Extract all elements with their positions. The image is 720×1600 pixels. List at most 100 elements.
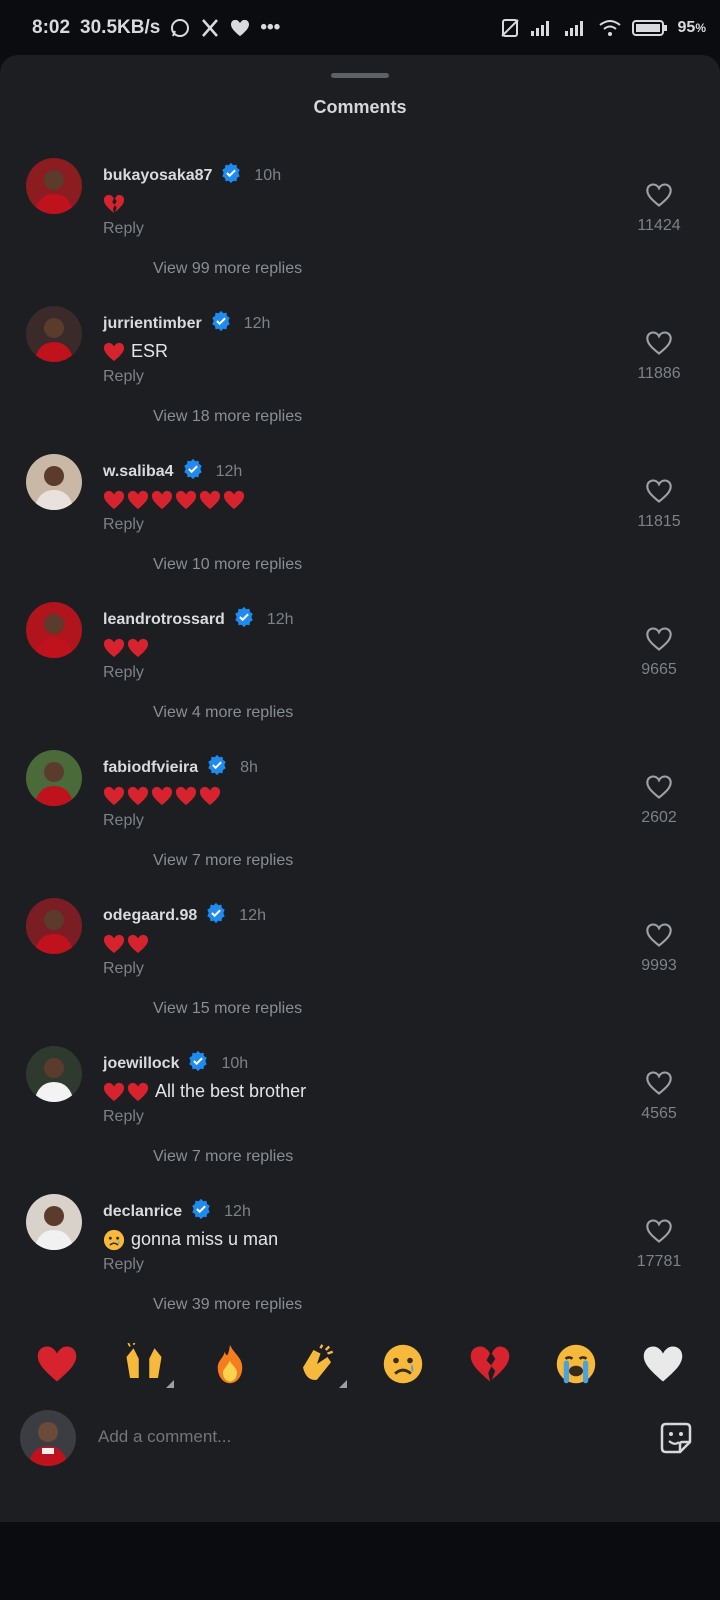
comment-text: gonna miss u man bbox=[103, 1226, 278, 1252]
red-heart-emoji bbox=[103, 933, 125, 954]
like-button[interactable]: 9993 bbox=[624, 922, 694, 975]
verified-badge-icon bbox=[206, 754, 228, 781]
comment-username[interactable]: odegaard.98 bbox=[103, 907, 197, 925]
view-more-replies-button[interactable]: View 10 more replies bbox=[153, 556, 302, 574]
status-net-speed: 30.5KB/s bbox=[80, 17, 161, 38]
comment-text: All the best brother bbox=[103, 1078, 306, 1104]
comment-time: 12h bbox=[224, 1202, 251, 1220]
like-count: 11815 bbox=[637, 513, 681, 530]
broken-heart-reaction-button[interactable] bbox=[464, 1338, 516, 1390]
like-button[interactable]: 11815 bbox=[624, 478, 694, 531]
like-button[interactable]: 2602 bbox=[624, 774, 694, 827]
reply-button[interactable]: Reply bbox=[103, 516, 144, 534]
reply-button[interactable]: Reply bbox=[103, 220, 144, 238]
like-button[interactable]: 9665 bbox=[624, 626, 694, 679]
commenter-avatar[interactable] bbox=[26, 158, 82, 214]
like-button[interactable]: 17781 bbox=[624, 1218, 694, 1271]
like-count: 9665 bbox=[641, 661, 677, 678]
crying-face-reaction-button[interactable] bbox=[550, 1338, 602, 1390]
like-button[interactable]: 4565 bbox=[624, 1070, 694, 1123]
comment-time: 10h bbox=[254, 166, 282, 184]
sheet-title: Comments bbox=[313, 97, 407, 117]
red-heart-emoji bbox=[103, 341, 125, 362]
commenter-avatar[interactable] bbox=[26, 454, 82, 510]
like-count: 17781 bbox=[636, 1253, 682, 1270]
like-heart-icon[interactable] bbox=[645, 479, 673, 508]
clapping-hands-reaction-button[interactable] bbox=[291, 1338, 347, 1390]
commenter-avatar[interactable] bbox=[26, 306, 82, 362]
emoji-reaction-bar bbox=[0, 1320, 720, 1408]
comment-input[interactable] bbox=[98, 1427, 598, 1447]
view-more-replies-button[interactable]: View 4 more replies bbox=[153, 704, 293, 722]
red-heart-emoji bbox=[151, 489, 173, 510]
verified-badge-icon bbox=[205, 902, 227, 929]
view-more-replies-button[interactable]: View 15 more replies bbox=[153, 1000, 302, 1018]
verified-badge-icon bbox=[190, 1198, 212, 1225]
white-heart-reaction-button[interactable] bbox=[637, 1338, 689, 1390]
like-heart-icon[interactable] bbox=[645, 331, 673, 360]
commenter-avatar[interactable] bbox=[26, 602, 82, 658]
like-count: 2602 bbox=[641, 809, 677, 826]
red-heart-emoji bbox=[127, 637, 149, 658]
my-avatar bbox=[20, 1410, 76, 1466]
reply-button[interactable]: Reply bbox=[103, 368, 144, 386]
comment-username[interactable]: joewillock bbox=[103, 1055, 179, 1073]
like-heart-icon[interactable] bbox=[645, 1071, 673, 1100]
comment-time: 12h bbox=[243, 314, 271, 332]
like-heart-icon[interactable] bbox=[645, 627, 673, 656]
battery-percent: 95 bbox=[677, 19, 696, 36]
view-more-replies-button[interactable]: View 39 more replies bbox=[153, 1296, 302, 1314]
red-heart-reaction-button[interactable] bbox=[31, 1338, 83, 1390]
x-icon bbox=[200, 18, 220, 38]
sticker-icon[interactable] bbox=[656, 1418, 696, 1458]
like-count: 11886 bbox=[637, 365, 681, 382]
comment-username[interactable]: jurrientimber bbox=[103, 315, 202, 333]
red-heart-emoji bbox=[103, 1081, 125, 1102]
wifi-icon bbox=[598, 19, 622, 37]
view-more-replies-button[interactable]: View 99 more replies bbox=[153, 260, 302, 278]
view-more-replies-button[interactable]: View 7 more replies bbox=[153, 852, 293, 870]
commenter-avatar[interactable] bbox=[26, 898, 82, 954]
like-heart-icon[interactable] bbox=[645, 775, 673, 804]
comment-item: odegaard.98 12h Reply View 15 more repli… bbox=[0, 898, 720, 1046]
commenter-avatar[interactable] bbox=[26, 750, 82, 806]
comment-text bbox=[103, 486, 251, 512]
reply-button[interactable]: Reply bbox=[103, 1256, 144, 1274]
like-heart-icon[interactable] bbox=[645, 183, 673, 212]
comment-text: ESR bbox=[103, 338, 168, 364]
more-dots: ••• bbox=[260, 17, 281, 38]
comment-text-body: ESR bbox=[131, 340, 169, 361]
comment-time: 8h bbox=[240, 758, 258, 776]
reply-button[interactable]: Reply bbox=[103, 960, 144, 978]
raising-hands-reaction-button[interactable] bbox=[118, 1338, 174, 1390]
reply-button[interactable]: Reply bbox=[103, 664, 144, 682]
commenter-avatar[interactable] bbox=[26, 1194, 82, 1250]
like-count: 4565 bbox=[641, 1105, 677, 1122]
view-more-replies-button[interactable]: View 18 more replies bbox=[153, 408, 302, 426]
comment-time: 12h bbox=[215, 462, 243, 480]
comment-username[interactable]: fabiodfvieira bbox=[103, 759, 198, 777]
no-sim-icon bbox=[500, 18, 520, 38]
like-button[interactable]: 11886 bbox=[624, 330, 694, 383]
like-heart-icon[interactable] bbox=[645, 923, 673, 952]
comment-time: 10h bbox=[221, 1054, 249, 1072]
like-button[interactable]: 11424 bbox=[624, 182, 694, 235]
like-heart-icon[interactable] bbox=[645, 1219, 673, 1248]
reply-button[interactable]: Reply bbox=[103, 812, 144, 830]
sheet-grabber[interactable] bbox=[331, 73, 389, 78]
verified-badge-icon bbox=[233, 606, 255, 633]
comment-username[interactable]: bukayosaka87 bbox=[103, 167, 212, 185]
comment-item: bukayosaka87 10h Reply View 99 more repl… bbox=[0, 158, 720, 306]
comment-text-body: gonna miss u man bbox=[131, 1228, 279, 1249]
comment-username[interactable]: leandrotrossard bbox=[103, 611, 225, 629]
view-more-replies-button[interactable]: View 7 more replies bbox=[153, 1148, 293, 1166]
comment-username[interactable]: declanrice bbox=[103, 1203, 182, 1221]
red-heart-emoji bbox=[151, 785, 173, 806]
reply-button[interactable]: Reply bbox=[103, 1108, 144, 1126]
fire-reaction-button[interactable] bbox=[204, 1338, 256, 1390]
commenter-avatar[interactable] bbox=[26, 1046, 82, 1102]
sad-face-reaction-button[interactable] bbox=[377, 1338, 429, 1390]
comment-username[interactable]: w.saliba4 bbox=[103, 463, 174, 481]
heart-icon bbox=[230, 19, 250, 37]
like-count: 11424 bbox=[637, 217, 681, 234]
